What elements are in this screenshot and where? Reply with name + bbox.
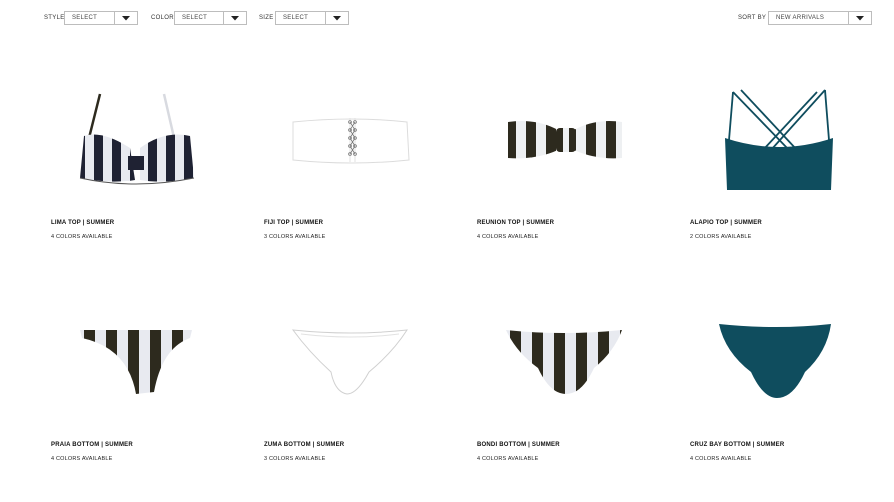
product-name[interactable]: BONDI BOTTOM | SUMMER [477,442,560,448]
product-image-praia-bottom[interactable] [40,302,240,442]
product-colors-available: 3 COLORS AVAILABLE [264,234,326,240]
product-colors-available: 4 COLORS AVAILABLE [690,456,752,462]
product-name[interactable]: ALAPIO TOP | SUMMER [690,220,762,226]
product-image-bondi-bottom[interactable] [466,302,666,442]
product-colors-available: 4 COLORS AVAILABLE [51,456,113,462]
product-image-reunion-top[interactable] [466,80,666,220]
size-filter-label: SIZE [259,15,274,21]
chevron-down-icon [231,16,239,21]
color-filter-select[interactable]: SELECT [174,11,247,25]
product-colors-available: 4 COLORS AVAILABLE [477,234,539,240]
chevron-down-icon [856,16,864,21]
color-filter-label: COLOR [151,15,174,21]
product-colors-available: 4 COLORS AVAILABLE [51,234,113,240]
product-image-cruz-bay-bottom[interactable] [679,302,879,442]
size-filter-dropdown-button[interactable] [325,12,348,24]
product-colors-available: 3 COLORS AVAILABLE [264,456,326,462]
product-image-lima-top[interactable] [40,80,240,220]
chevron-down-icon [122,16,130,21]
sort-by-label: SORT BY [738,15,767,21]
size-filter-select[interactable]: SELECT [275,11,349,25]
product-colors-available: 2 COLORS AVAILABLE [690,234,752,240]
product-name[interactable]: ZUMA BOTTOM | SUMMER [264,442,344,448]
style-filter-select[interactable]: SELECT [64,11,138,25]
product-image-zuma-bottom[interactable] [253,302,453,442]
size-filter-value: SELECT [283,15,309,21]
product-name[interactable]: CRUZ BAY BOTTOM | SUMMER [690,442,784,448]
style-filter-label: STYLE [44,15,65,21]
product-colors-available: 4 COLORS AVAILABLE [477,456,539,462]
product-image-alapio-top[interactable] [679,80,879,220]
filter-bar: STYLE SELECT COLOR SELECT SIZE SELECT SO… [0,11,894,27]
color-filter-dropdown-button[interactable] [223,12,246,24]
product-name[interactable]: FIJI TOP | SUMMER [264,220,323,226]
style-filter-value: SELECT [72,15,98,21]
product-name[interactable]: REUNION TOP | SUMMER [477,220,554,226]
style-filter-dropdown-button[interactable] [114,12,137,24]
chevron-down-icon [333,16,341,21]
product-name[interactable]: PRAIA BOTTOM | SUMMER [51,442,133,448]
sort-by-dropdown-button[interactable] [848,12,871,24]
sort-by-select[interactable]: NEW ARRIVALS [768,11,872,25]
product-image-fiji-top[interactable] [253,80,453,220]
color-filter-value: SELECT [182,15,208,21]
product-name[interactable]: LIMA TOP | SUMMER [51,220,114,226]
sort-by-value: NEW ARRIVALS [776,15,825,21]
